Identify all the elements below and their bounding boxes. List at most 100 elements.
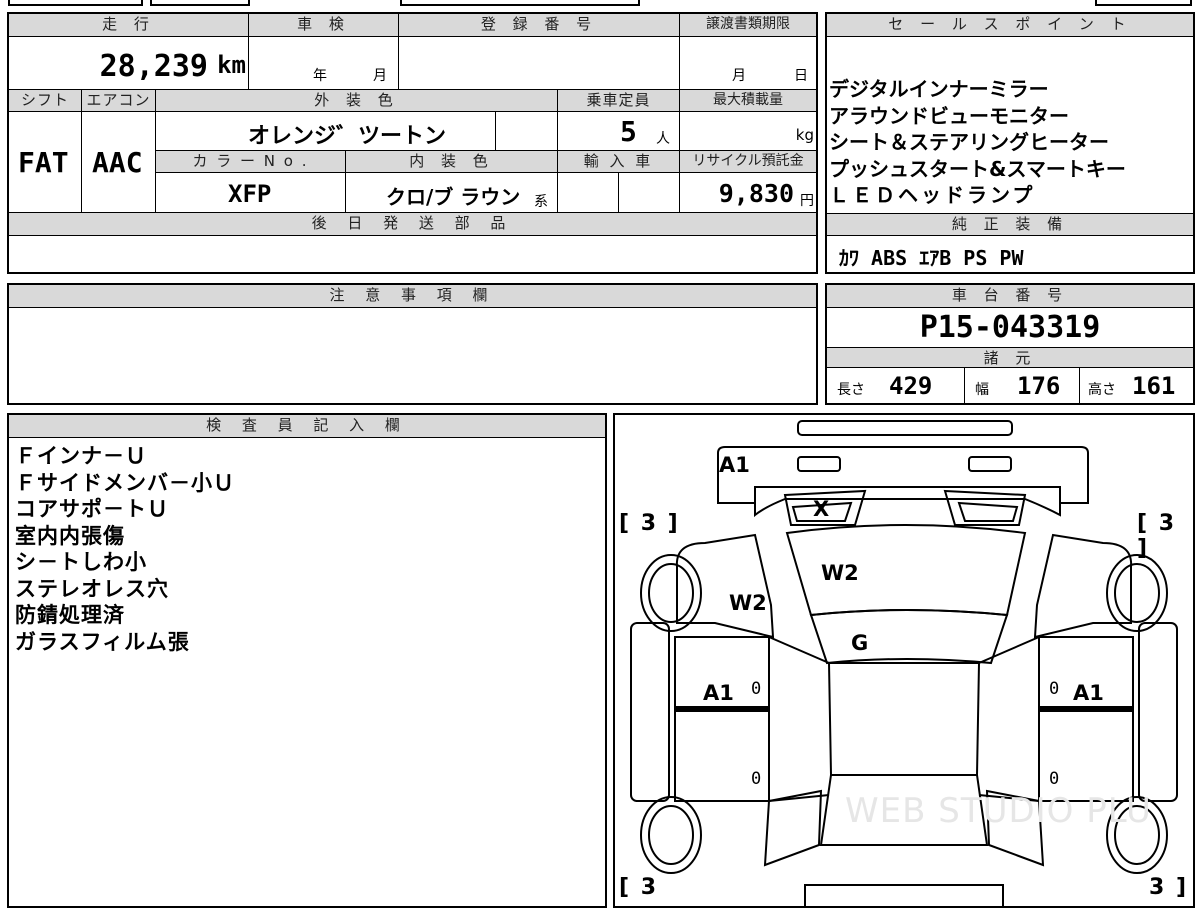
chassis-number-value: P15-043319 [919,310,1101,345]
inspection-header: 車 検 [249,14,399,37]
sales-points-header: セ ー ル ス ポ イ ン ト [827,14,1193,37]
top-strip-cell [400,0,640,6]
exterior-color-header: 外 装 色 [156,90,558,112]
mileage-unit: km [217,51,246,79]
hood-edge [754,487,1061,518]
left-headlight [797,456,841,472]
interior-color-header: 内 装 色 [346,151,558,173]
height-value: 161 [1132,372,1176,400]
zero-mark: 0 [1049,769,1060,789]
transfer-deadline-cell: 月 日 [680,37,816,90]
recycle-deposit-unit: 円 [800,193,814,209]
zero-mark: 0 [751,769,762,789]
inspector-item: ステレオレス穴 [15,576,169,601]
car-diagram-box: [ 3 ] [ 3 ] [ 3 3 ] A1 X W2 W2 G A1 A1 0… [613,413,1195,908]
equipment-header: 純 正 装 備 [827,213,1193,236]
chassis-number-header: 車 台 番 号 [827,285,1193,308]
tire-mark-front-right: [ 3 ] [1137,511,1177,561]
right-side-sill [1138,622,1178,802]
inspection-cell: 年 月 [249,37,399,90]
color-number-header: カ ラ ー N o . [156,151,346,173]
front-bumper [717,446,1089,504]
right-grille-inner [957,501,1019,522]
later-shipping-parts-header: 後 日 発 送 部 品 [9,213,816,236]
recycle-deposit-value: 9,830 [718,179,794,208]
front-left-wheel-inner [648,563,694,623]
equipment-value: ｶﾜ ABS ｴｱB PS PW [839,246,1024,270]
width-label: 幅 [975,382,989,398]
inspector-item: コアサポ－トＵ [15,497,169,521]
notes-box: 注 意 事 項 欄 [7,283,818,405]
height-cell: 高さ 161 [1080,368,1193,403]
interior-color-value: クロ/ブ ラウン [386,185,521,209]
chassis-box: 車 台 番 号 P15-043319 諸 元 長さ 429 幅 176 高さ 1… [825,283,1195,405]
specs-header: 諸 元 [827,347,1193,368]
length-label: 長さ [837,382,865,398]
recycle-deposit-header: リサイクル預託金 [680,151,816,173]
damage-mark-left-fender: W2 [729,591,767,615]
recycle-deposit-cell: 9,830 円 [680,173,816,213]
inspector-header: 検 査 員 記 入 欄 [9,415,605,438]
capacity-value: 5 [620,115,637,148]
sales-point-item: シート＆ステアリングヒーター [829,130,1109,154]
capacity-unit: 人 [656,131,670,147]
inspector-item: 防錆処理済 [15,603,125,627]
damage-mark-hood: G [851,631,869,655]
inspector-item: ガラスフィルム張 [15,629,190,654]
later-shipping-parts-cell [9,236,816,272]
top-strip-cell [150,0,250,6]
top-strip-cell [8,0,143,6]
right-headlight [968,456,1012,472]
registration-header: 登 録 番 号 [399,14,680,37]
height-label: 高さ [1088,382,1116,398]
damage-mark-front-bumper: A1 [719,453,750,477]
inspector-list: Ｆインナ－Ｕ Ｆサイドメンバ－小Ｕ コアサポ－トＵ 室内内張傷 シ－トしわ小 ス… [15,443,235,655]
damage-mark-right-door: A1 [1073,681,1104,705]
car-diagram [630,420,1178,906]
inspector-item: Ｆサイドメンバ－小Ｕ [15,470,235,495]
damage-mark-left-door: A1 [703,681,734,705]
registration-cell [399,37,680,90]
left-side-sill [630,622,670,802]
max-load-cell: kg [680,112,816,151]
exterior-color-value: オレンジ゛ツートン [248,124,447,149]
sales-points-box: セ ー ル ス ポ イ ン ト デジタルインナーミラー アラウンドビューモニター… [825,12,1195,274]
sales-point-item: プッシュスタート&スマートキー [829,156,1126,181]
exterior-color-cell: オレンジ゛ツートン [156,112,496,151]
tire-mark-rear-right: 3 ] [1149,875,1189,900]
sales-point-item: アラウンドビューモニター [829,103,1069,128]
interior-color-suffix: 系 [534,194,548,210]
length-cell: 長さ 429 [827,368,965,403]
shift-value: FAT [18,146,69,179]
damage-mark-windshield: W2 [821,561,859,585]
inspection-year: 年 [313,68,327,84]
front-bumper-slot [797,420,1013,436]
transfer-deadline-header: 譲渡書類期限 [680,14,816,37]
tire-mark-front-left: [ 3 ] [619,511,680,536]
sales-point-item: ＬＥＤヘッドランプ [829,183,1036,207]
interior-color-cell: クロ/ブ ラウン 系 [346,173,558,213]
top-strip [0,0,820,8]
front-right-wheel-inner [1114,563,1160,623]
import-cell-1 [558,173,619,213]
watermark: WEB STUDIO PLU [845,791,1152,831]
color-number-value: XFP [228,180,272,208]
max-load-unit: kg [795,126,814,144]
sales-points-list: デジタルインナーミラー アラウンドビューモニター シート＆ステアリングヒーター … [829,76,1193,209]
max-load-header: 最大積載量 [680,90,816,112]
exterior-color-extra-cell [496,112,558,151]
transfer-day: 日 [794,68,808,84]
top-strip-right [1095,0,1192,6]
capacity-cell: 5 人 [558,112,680,151]
aircon-header: エアコン [82,90,156,112]
mileage-cell: 28,239 km [9,37,249,90]
shift-cell: FAT [9,112,82,213]
tire-mark-rear-left: [ 3 [619,875,659,900]
inspector-item: シ－トしわ小 [15,550,147,574]
mileage-value: 28,239 [99,49,208,84]
damage-mark-grille: X [813,497,830,521]
inspector-item: Ｆインナ－Ｕ [15,444,147,468]
aircon-value: AAC [92,146,143,179]
transfer-month: 月 [732,68,746,84]
roof [827,662,981,776]
